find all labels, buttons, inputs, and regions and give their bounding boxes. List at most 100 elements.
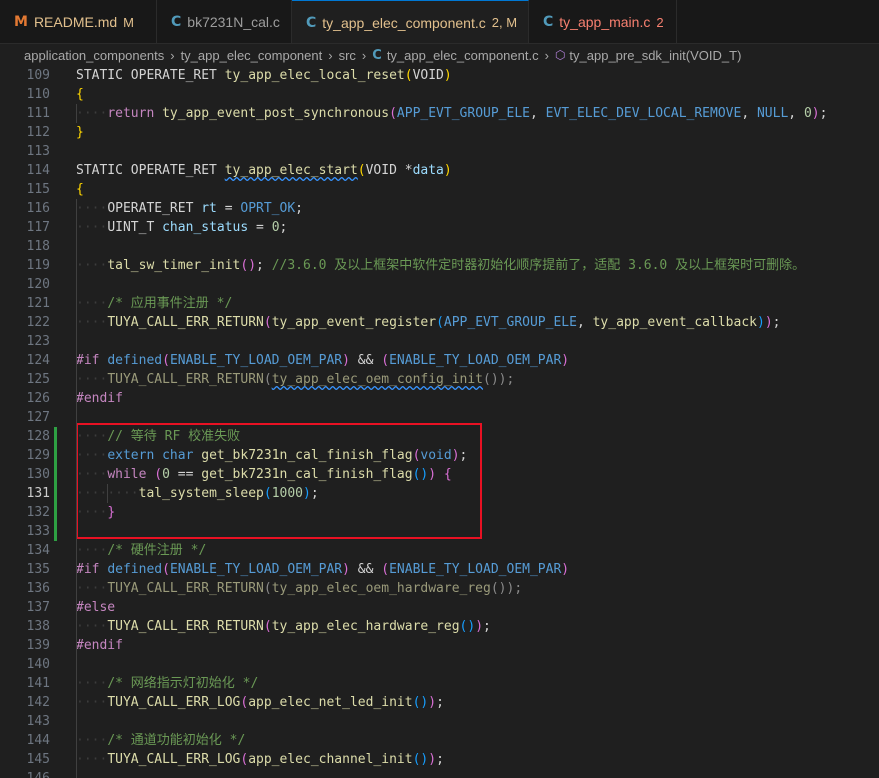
code-token: ( [381, 562, 390, 577]
code-line[interactable]: 124 #if defined(ENABLE_TY_LOAD_OEM_PAR) &… [0, 351, 879, 370]
code-line[interactable]: 145 ····TUYA_CALL_ERR_LOG(app_elec_channe… [0, 750, 879, 769]
code-line[interactable]: 118 [0, 237, 879, 256]
git-change-indicator[interactable] [54, 427, 57, 541]
line-number: 109 [26, 68, 50, 83]
code-line[interactable]: 136 ····TUYA_CALL_ERR_RETURN(ty_app_elec_… [0, 579, 879, 598]
code-token: tal_sw_timer_init [107, 258, 241, 273]
code-line[interactable]: 112} [0, 123, 879, 142]
code-token: VOID * [365, 163, 413, 178]
markdown-file-icon: M [14, 14, 28, 30]
code-token: () [412, 695, 429, 710]
indent-whitespace: ···· [76, 733, 108, 748]
line-number: 111 [26, 106, 50, 121]
code-token: TUYA_CALL_ERR_RETURN [107, 619, 264, 634]
code-token: chan_status [162, 220, 249, 235]
tab-label: ty_app_elec_component.c [322, 14, 486, 31]
code-line[interactable]: 125 ····TUYA_CALL_ERR_RETURN(ty_app_elec_… [0, 370, 879, 389]
editor-tab[interactable]: Cbk7231N_cal.c [157, 0, 292, 43]
code-token: 0 [803, 106, 812, 121]
code-token: ( [263, 619, 272, 634]
code-token: //3.6.0 及以上框架中软件定时器初始化顺序提前了，适配 3.6.0 及以上… [271, 258, 806, 273]
editor-tab[interactable]: Cty_app_main.c 2 [529, 0, 677, 43]
code-line[interactable]: 137 #else [0, 598, 879, 617]
code-token: ) [443, 68, 452, 83]
code-token: ( [263, 372, 272, 387]
code-token: ) [475, 619, 484, 634]
code-token: ( [389, 106, 397, 121]
breadcrumb-item[interactable]: ty_app_elec_component [181, 48, 323, 63]
breadcrumb-item[interactable]: application_components [24, 48, 164, 63]
code-line[interactable]: 116 ····OPERATE_RET rt = OPRT_OK; [0, 199, 879, 218]
code-line[interactable]: 109 STATIC OPERATE_RET ty_app_elec_local_… [0, 66, 879, 85]
indent-whitespace: ···· [76, 220, 108, 235]
code-token: , [741, 106, 757, 121]
code-token: ( [436, 315, 444, 330]
code-token: defined [107, 562, 163, 577]
tab-status-badge: 2 [656, 14, 664, 30]
code-token: #if [76, 353, 108, 368]
code-text: { [76, 85, 84, 104]
breadcrumb-item[interactable]: ty_app_elec_component.c [387, 48, 539, 63]
code-token: TUYA_CALL_ERR_RETURN [107, 581, 264, 596]
breadcrumb-item[interactable]: src [339, 48, 356, 63]
code-line[interactable]: 121 ····/* 应用事件注册 */ [0, 294, 879, 313]
code-line[interactable]: 110 { [0, 85, 879, 104]
code-token: ENABLE_TY_LOAD_OEM_PAR [169, 562, 343, 577]
code-line[interactable]: 134 ····/* 硬件注册 */ [0, 541, 879, 560]
code-line[interactable]: 120 [0, 275, 879, 294]
line-number: 129 [26, 448, 50, 463]
code-text: } [76, 123, 84, 142]
code-token: ); [506, 581, 523, 596]
line-number: 133 [26, 524, 50, 539]
code-token: { [76, 182, 84, 197]
code-editor[interactable]: 109 STATIC OPERATE_RET ty_app_elec_local_… [0, 66, 879, 778]
line-number: 124 [26, 353, 50, 368]
code-token: ( [357, 163, 366, 178]
code-line[interactable]: 115 { [0, 180, 879, 199]
code-line[interactable]: 146 [0, 769, 879, 778]
tab-label: ty_app_main.c [559, 14, 651, 30]
line-number: 135 [26, 562, 50, 577]
code-line[interactable]: 142 ····TUYA_CALL_ERR_LOG(app_elec_net_le… [0, 693, 879, 712]
code-token: ( [381, 353, 390, 368]
code-line[interactable]: 143 [0, 712, 879, 731]
code-line[interactable]: 111 ····return ty_app_event_post_synchron… [0, 104, 879, 123]
code-line[interactable]: 117 ····UINT_T chan_status = 0; [0, 218, 879, 237]
line-number: 145 [26, 752, 50, 767]
indent-whitespace: ···· [76, 372, 108, 387]
tab-status-badge: 2, M [491, 15, 518, 30]
code-line[interactable]: 144 ····/* 通道功能初始化 */ [0, 731, 879, 750]
code-line[interactable]: 114 STATIC OPERATE_RET ty_app_elec_start(… [0, 161, 879, 180]
code-text: ····TUYA_CALL_ERR_RETURN(ty_app_event_re… [76, 313, 780, 332]
code-token: ; [772, 315, 781, 330]
editor-tab[interactable]: Cty_app_elec_component.c2, M× [292, 0, 545, 43]
code-token: ty_app_event_callback [592, 315, 757, 330]
code-line[interactable]: 113 [0, 142, 879, 161]
breadcrumb-item[interactable]: ty_app_pre_sdk_init(VOID_T) [569, 48, 741, 63]
code-token: /* 应用事件注册 */ [107, 296, 233, 311]
code-token: ty_app_event_post_synchronous [162, 106, 390, 121]
code-line[interactable]: 140 [0, 655, 879, 674]
line-number: 118 [26, 239, 50, 254]
code-line[interactable]: 119 ····tal_sw_timer_init(); //3.6.0 及以上框… [0, 256, 879, 275]
code-line[interactable]: 135 #if defined(ENABLE_TY_LOAD_OEM_PAR) &… [0, 560, 879, 579]
code-line[interactable]: 141 ····/* 网络指示灯初始化 */ [0, 674, 879, 693]
code-token: ; [256, 258, 272, 273]
code-line[interactable]: 126 #endif [0, 389, 879, 408]
code-token: STATIC OPERATE_RET [76, 68, 225, 83]
code-token: #endif [76, 391, 123, 406]
code-token: APP_EVT_GROUP_ELE [443, 315, 577, 330]
code-token: ) [811, 106, 820, 121]
editor-tab[interactable]: M README.md M [0, 0, 157, 43]
code-token: defined [107, 353, 163, 368]
tab-label: README.md [33, 14, 118, 30]
code-text: #else [76, 598, 115, 617]
code-line[interactable]: 122 ····TUYA_CALL_ERR_RETURN(ty_app_event… [0, 313, 879, 332]
indent-guide [107, 484, 109, 503]
code-token: ; [483, 619, 491, 634]
code-line[interactable]: 123 [0, 332, 879, 351]
code-token: ) [428, 695, 437, 710]
code-token: #endif [76, 638, 123, 653]
code-line[interactable]: 138 ····TUYA_CALL_ERR_RETURN(ty_app_elec_… [0, 617, 879, 636]
code-line[interactable]: 139 #endif [0, 636, 879, 655]
